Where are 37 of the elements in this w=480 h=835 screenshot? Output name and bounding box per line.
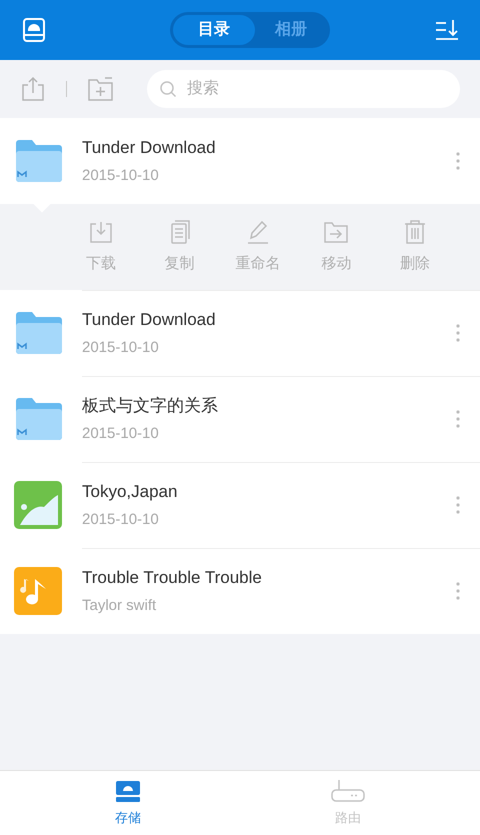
music-icon — [14, 567, 62, 615]
tab-bar-item[interactable]: 存储 — [115, 778, 141, 828]
more-icon[interactable] — [456, 324, 460, 342]
folder-icon — [14, 139, 62, 183]
file-subtitle: Taylor swift — [82, 596, 158, 616]
more-icon[interactable] — [456, 496, 460, 514]
drive-icon[interactable] — [20, 16, 48, 44]
file-row[interactable]: Trouble Trouble Trouble Taylor swift — [0, 548, 480, 634]
folder-icon — [14, 397, 62, 441]
more-icon[interactable] — [456, 582, 460, 600]
sort-icon[interactable] — [434, 17, 460, 43]
drive-icon — [115, 778, 141, 804]
tab[interactable]: 目录 — [173, 15, 255, 45]
file-row[interactable]: 板式与文字的关系 2015-10-10 — [0, 376, 480, 462]
more-icon[interactable] — [456, 152, 460, 170]
file-subtitle: 2015-10-10 — [82, 510, 160, 530]
file-name: Tunder Download — [82, 137, 217, 159]
search-field[interactable]: 搜索 — [147, 70, 460, 108]
folder-icon — [14, 311, 62, 355]
trash-icon — [402, 218, 427, 245]
file-name: Trouble Trouble Trouble — [82, 567, 263, 589]
router-icon — [331, 778, 365, 804]
file-name: 板式与文字的关系 — [82, 395, 219, 417]
tab[interactable]: 相册 — [255, 15, 327, 45]
new-folder-icon[interactable] — [87, 76, 115, 102]
file-row[interactable]: Tunder Download 2015-10-10 — [0, 118, 480, 204]
file-name: Tokyo,Japan — [82, 481, 178, 503]
file-subtitle: 2015-10-10 — [82, 338, 160, 358]
more-icon[interactable] — [456, 410, 460, 428]
file-subtitle: 2015-10-10 — [82, 166, 160, 186]
file-row[interactable]: Tokyo,Japan 2015-10-10 — [0, 462, 480, 548]
file-row[interactable]: Tunder Download 2015-10-10 — [0, 290, 480, 376]
upload-icon[interactable] — [20, 76, 46, 102]
file-name: Tunder Download — [82, 309, 217, 331]
file-subtitle: 2015-10-10 — [82, 424, 160, 444]
search-icon — [159, 80, 177, 98]
image-icon — [14, 481, 62, 529]
